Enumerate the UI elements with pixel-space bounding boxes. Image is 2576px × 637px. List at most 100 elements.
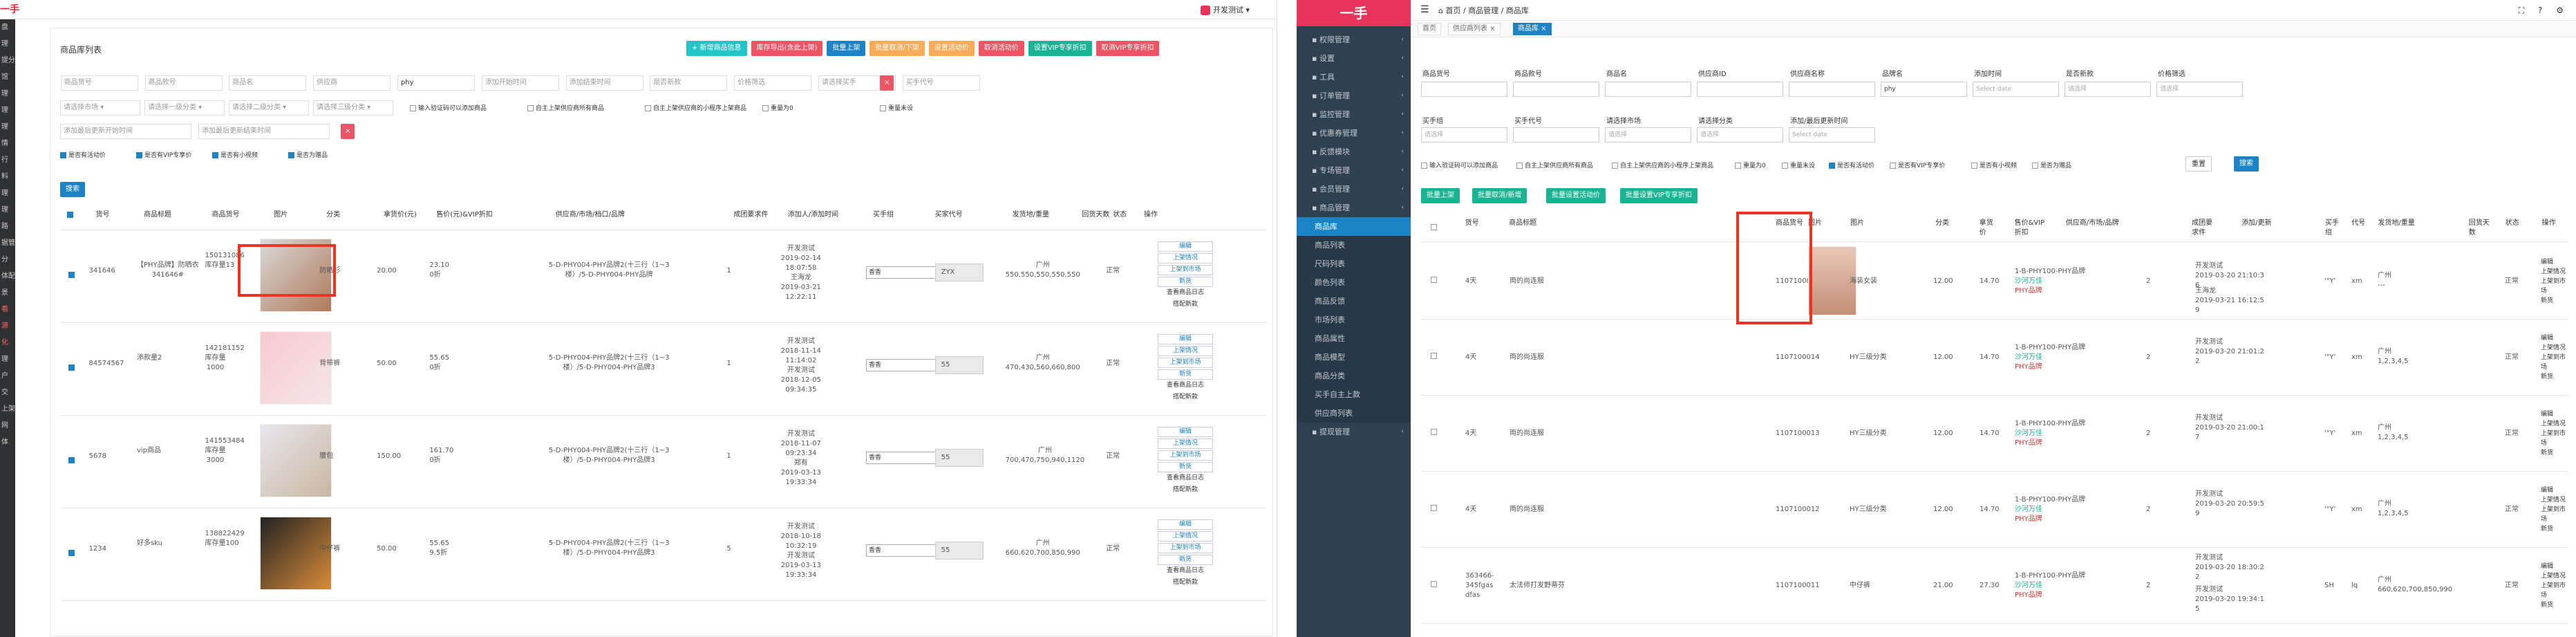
sidebar-item[interactable]: 源 <box>0 318 15 335</box>
row-action[interactable]: 上架情况 <box>2541 571 2568 581</box>
filter-checkbox[interactable]: 重量未设 <box>880 103 913 112</box>
row-checkbox[interactable] <box>1431 277 1439 284</box>
menu-item[interactable]: ▪ 监控管理 ‹ <box>1297 105 1411 124</box>
row-action[interactable]: 上架情况 <box>1158 531 1213 542</box>
menu-item[interactable]: 供应商列表 <box>1297 404 1411 423</box>
row-action[interactable]: 编辑 <box>2541 333 2568 343</box>
toolbar-button[interactable]: 设置VIP专享折扣 <box>1028 41 1092 56</box>
sidebar-item[interactable]: 理 <box>0 202 15 219</box>
row-action[interactable]: 查看商品日志 <box>1158 474 1213 484</box>
row-checkbox[interactable] <box>68 272 77 279</box>
filter-checkbox[interactable]: 是否有活动价 <box>60 150 106 159</box>
filter-field[interactable]: phy <box>397 75 475 91</box>
buyer-code-field[interactable]: ZYX <box>934 264 984 281</box>
sidebar-item[interactable]: 上架 <box>0 401 15 418</box>
filter-date[interactable]: 添加最后更新结束时间 <box>198 124 330 139</box>
filter-checkbox[interactable]: 是否有VIP专享价 <box>1890 160 1945 169</box>
row-checkbox[interactable] <box>68 550 77 557</box>
filter-select[interactable]: 请选择二级分类 ▾ <box>229 100 309 116</box>
sidebar-item[interactable]: 网 <box>0 418 15 434</box>
sidebar-item[interactable]: 路 <box>0 219 15 235</box>
sidebar-item[interactable]: 情 <box>0 136 15 152</box>
search-button[interactable]: 搜索 <box>2234 156 2259 172</box>
field-input[interactable]: Select date <box>1973 82 2059 97</box>
sidebar-item[interactable]: 看 <box>0 302 15 318</box>
filter-checkbox[interactable]: 重量为0 <box>1735 160 1766 169</box>
menu-item[interactable]: 市场列表 <box>1297 311 1411 329</box>
row-action[interactable]: 上架到市场 <box>1158 543 1213 553</box>
sidebar-item[interactable]: 景 <box>0 285 15 302</box>
row-action[interactable]: 查看商品日志 <box>1158 288 1213 299</box>
row-checkbox[interactable] <box>1431 429 1439 436</box>
menu-item[interactable]: ▪ 优惠券管理 ‹ <box>1297 124 1411 142</box>
filter-date[interactable]: 添加最后更新开始时间 <box>60 124 191 139</box>
bulk-action-button[interactable]: 批量设置VIP专享折扣 <box>1620 188 1698 203</box>
toolbar-button[interactable]: 库存导出(含此上架) <box>751 41 823 56</box>
row-checkbox[interactable] <box>1431 353 1439 360</box>
sidebar-item[interactable]: 体配置 <box>0 268 15 285</box>
filter-field[interactable]: 商品名 <box>229 75 307 91</box>
toolbar-button[interactable]: 取消活动价 <box>978 41 1024 56</box>
filter-field[interactable]: 价格筛选 <box>734 75 812 91</box>
field-input[interactable]: Select date <box>1789 127 1875 142</box>
filter-field[interactable]: 添加结束时间 <box>565 75 643 91</box>
row-action[interactable]: 编辑 <box>2541 486 2568 495</box>
row-action[interactable]: 搭配新款 <box>1158 300 1213 311</box>
row-action[interactable]: 查看商品日志 <box>1158 566 1213 577</box>
row-action[interactable]: 编辑 <box>2541 257 2568 267</box>
row-action[interactable]: 查看商品日志 <box>1158 381 1213 391</box>
row-action[interactable]: 编辑 <box>1158 241 1213 252</box>
filter-select[interactable]: 请选择三级分类 ▾ <box>313 100 393 116</box>
menu-item[interactable]: ▪ 设置 ‹ <box>1297 49 1411 68</box>
sidebar-item[interactable]: 理 <box>0 351 15 368</box>
field-input[interactable]: 请选择 <box>1421 127 1507 142</box>
row-checkbox[interactable] <box>1431 505 1439 512</box>
tab-item[interactable]: 商品库 × <box>1513 23 1552 35</box>
filter-field[interactable]: 买手代号 <box>902 75 980 91</box>
row-action[interactable]: 搭配新款 <box>1158 486 1213 496</box>
field-input[interactable]: 请选择 <box>1697 127 1783 142</box>
row-action[interactable]: 新货 <box>2541 372 2568 382</box>
row-action[interactable]: 新货 <box>2541 600 2568 610</box>
field-input[interactable] <box>1697 82 1783 97</box>
sidebar-item[interactable]: 提分销 <box>0 53 15 69</box>
row-action[interactable]: 上架情况 <box>1158 346 1213 356</box>
row-action[interactable]: 上架情况 <box>2541 267 2568 277</box>
filter-field[interactable]: 是否新款 <box>650 75 728 91</box>
clear-date-button[interactable]: × <box>880 75 894 91</box>
sidebar-item[interactable]: 理 <box>0 102 15 119</box>
row-action[interactable]: 新货 <box>1158 369 1213 380</box>
row-checkbox[interactable] <box>68 457 77 464</box>
row-action[interactable]: 编辑 <box>1158 427 1213 437</box>
filter-checkbox[interactable]: 是否有活动价 <box>1829 160 1874 169</box>
buyer-code-field[interactable]: 55 <box>934 356 984 374</box>
hamburger-icon[interactable]: ☰ <box>1420 4 1429 15</box>
filter-checkbox[interactable]: 输入验证码可以添加商品 <box>410 103 487 112</box>
row-action[interactable]: 新货 <box>2541 296 2568 306</box>
menu-item[interactable]: 商品库 <box>1297 217 1411 236</box>
filter-field[interactable]: 供应商 <box>313 75 391 91</box>
menu-item[interactable]: 买手自主上款 <box>1297 385 1411 404</box>
filter-field[interactable]: 商品货号 <box>60 75 138 91</box>
menu-item[interactable]: ▪ 商品管理 ‹ <box>1297 199 1411 217</box>
filter-field[interactable]: 添加开始时间 <box>481 75 559 91</box>
tab-item[interactable]: 供应商列表 × <box>1448 23 1501 35</box>
menu-item[interactable]: 商品反馈 <box>1297 292 1411 311</box>
row-action[interactable]: 上架到市场 <box>1158 265 1213 275</box>
clear-date-button[interactable]: × <box>341 124 355 139</box>
row-action[interactable]: 新货 <box>1158 462 1213 472</box>
sidebar-item[interactable]: 料 <box>0 169 15 185</box>
menu-item[interactable]: ▪ 权限管理 ‹ <box>1297 30 1411 49</box>
row-action[interactable]: 搭配新款 <box>1158 578 1213 589</box>
filter-checkbox[interactable]: 输入验证码可以添加商品 <box>1421 160 1498 169</box>
filter-checkbox[interactable]: 自主上架供应商所有商品 <box>1516 160 1593 169</box>
buyer-code-field[interactable]: 55 <box>934 449 984 467</box>
sidebar-item[interactable]: 据管理 <box>0 235 15 252</box>
field-input[interactable] <box>1513 82 1599 97</box>
sidebar-item[interactable]: 盘 <box>0 19 15 36</box>
bulk-action-button[interactable]: 批量设置活动价 <box>1546 188 1606 203</box>
buyer-select[interactable]: 香香 <box>866 359 942 371</box>
row-action[interactable]: 新货 <box>2541 524 2568 534</box>
filter-checkbox[interactable]: 是否有小视频 <box>1971 160 2017 169</box>
row-action[interactable]: 上架到市场 <box>2541 429 2568 448</box>
